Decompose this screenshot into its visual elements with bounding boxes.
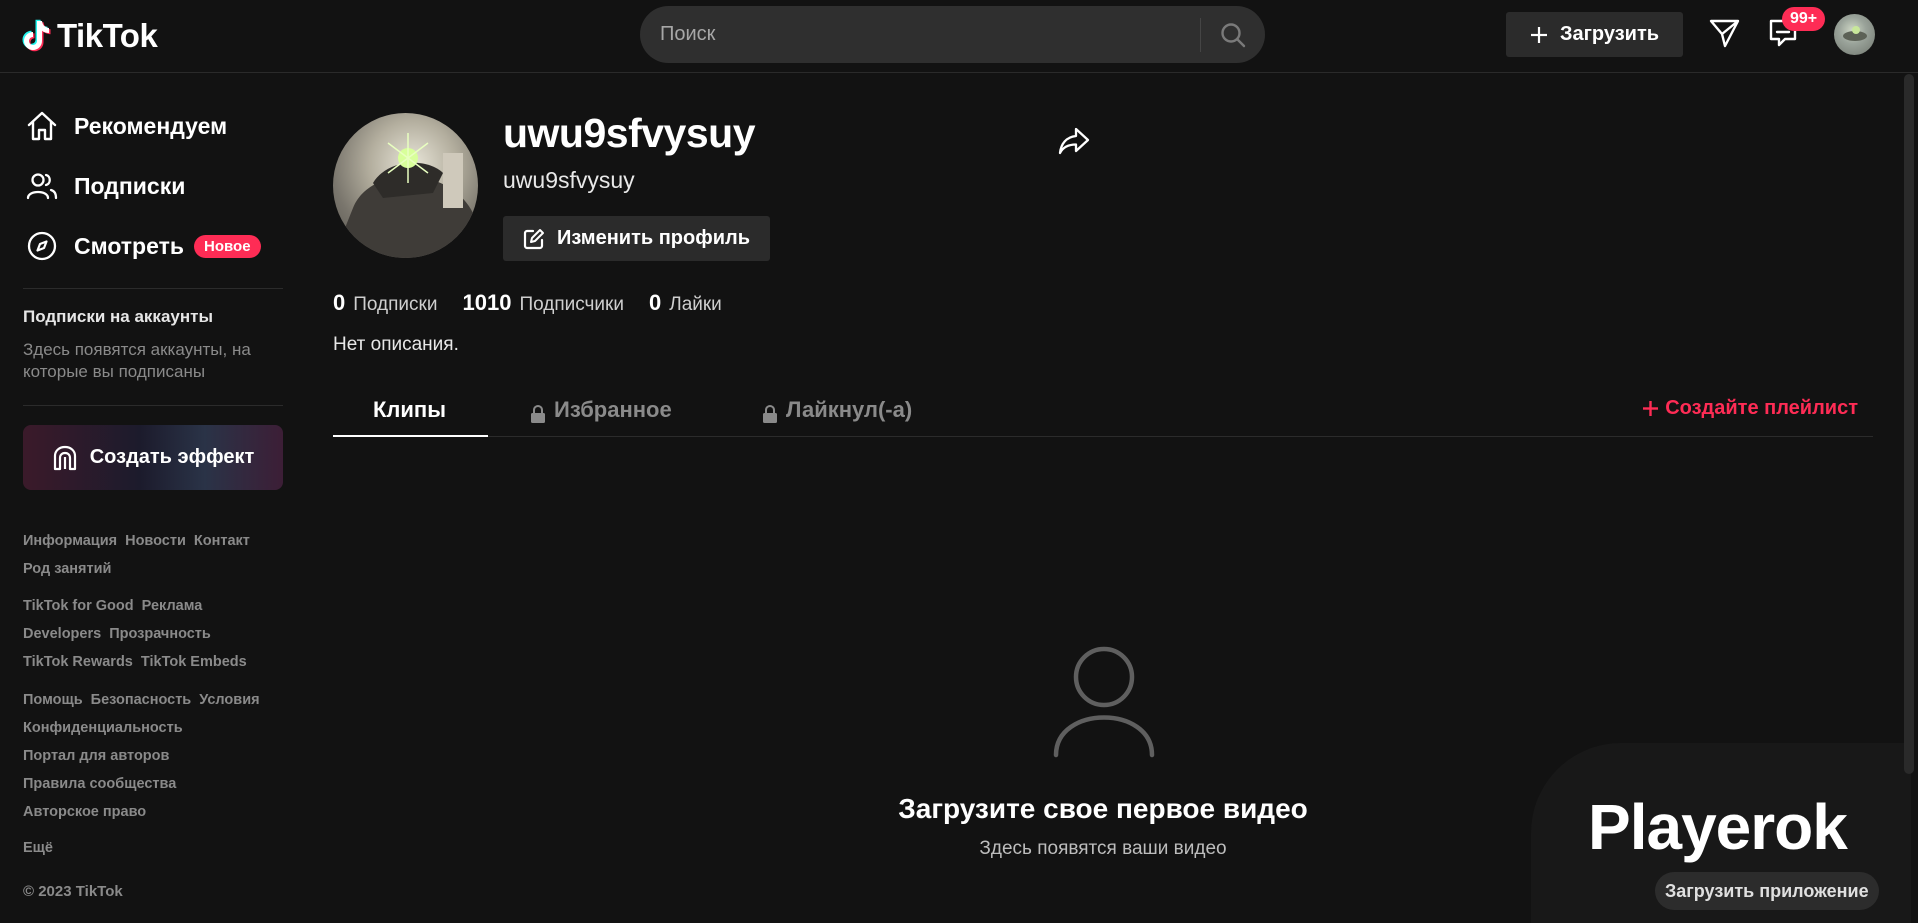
stat-followers[interactable]: 1010 Подписчики [462,290,623,316]
sidebar-item-explore[interactable]: Смотреть Новое [26,226,261,266]
footer-links-group-2: TikTok for Good Реклама Developers Прозр… [23,592,293,676]
tab-favorites[interactable]: Избранное [530,388,672,437]
footer-links-group-1: Информация Новости Контакт Род занятий [23,527,293,583]
create-effect-button[interactable]: Создать эффект [23,425,283,490]
create-playlist-button[interactable]: Создайте плейлист [1642,397,1858,420]
page-scrollbar[interactable] [1904,74,1914,774]
footer-link[interactable]: Портал для авторов [23,748,169,764]
sidebar: Рекомендуем Подписки Смотреть Новое Подп… [0,74,300,923]
footer-link[interactable]: TikTok Embeds [141,654,247,670]
stat-likes: 0 Лайки [649,290,722,316]
footer-more-link[interactable]: Ещё [23,840,53,856]
upload-label: Загрузить [1559,23,1660,45]
sidebar-item-label: Смотреть [74,232,185,259]
tab-label: Лайкнул(-а) [786,397,913,422]
footer-link[interactable]: Конфиденциальность [23,720,183,736]
stat-label: Подписчики [519,294,624,315]
edit-profile-label: Изменить профиль [556,227,751,249]
footer-link[interactable]: Новости [125,533,186,549]
footer-link[interactable]: Безопасность [91,692,192,708]
profile-stats: 0 Подписки 1010 Подписчики 0 Лайки [333,290,747,316]
top-bar: TikTok Загрузить 99+ [0,0,1918,73]
copyright: © 2023 TikTok [23,883,123,900]
stat-following[interactable]: 0 Подписки [333,290,437,316]
user-avatar[interactable] [1834,14,1875,55]
stat-value: 0 [333,290,346,315]
share-icon [1058,127,1090,155]
footer-link[interactable]: TikTok Rewards [23,654,133,670]
avatar-image [333,133,478,258]
following-accounts-desc: Здесь появятся аккаунты, на которые вы п… [23,340,251,381]
lock-icon [531,404,545,423]
plus-icon [1643,401,1659,416]
active-tab-underline [333,435,488,437]
search-button[interactable] [1201,6,1265,63]
promo-watermark: Playerok [1588,791,1848,863]
footer-links-group-3: Помощь Безопасность Условия Конфиденциал… [23,686,293,826]
search-bar [640,6,1265,63]
sidebar-divider [23,405,283,406]
footer-link[interactable]: Условия [199,692,259,708]
profile-username: uwu9sfvysuy [503,110,756,156]
home-icon [27,111,57,141]
tab-label: Избранное [554,397,672,422]
stat-value: 0 [648,290,662,315]
footer-link[interactable]: Род занятий [23,561,111,577]
footer-link[interactable]: Информация [23,533,117,549]
profile-bio: Нет описания. [333,334,459,355]
paper-plane-icon [1709,19,1740,48]
footer-link[interactable]: Правила сообщества [23,776,176,792]
tiktok-note-icon [22,19,51,52]
share-button[interactable] [1058,126,1090,156]
footer-link[interactable]: Прозрачность [109,626,211,642]
stat-value: 1010 [462,290,512,315]
search-input[interactable] [640,6,1200,63]
profile-avatar[interactable] [333,113,478,258]
search-icon [1221,22,1246,47]
stat-label: Подписки [353,294,438,315]
tiktok-logo[interactable]: TikTok [22,14,158,58]
sidebar-item-label: Рекомендуем [74,112,228,139]
compass-icon [27,231,57,261]
profile-tabs: Клипы Избранное Лайкнул(-а) Создайте пле… [333,388,1873,437]
footer-link[interactable]: TikTok for Good [23,598,134,614]
inbox-badge: 99+ [1782,7,1826,31]
following-accounts-title: Подписки на аккаунты [23,307,213,326]
sidebar-item-recommended[interactable]: Рекомендуем [26,106,227,146]
effect-house-icon [53,445,76,470]
sidebar-item-following[interactable]: Подписки [26,166,185,206]
following-icon [26,173,58,200]
user-placeholder-icon [1052,645,1156,760]
logo-text: TikTok [57,17,158,54]
footer-link[interactable]: Авторское право [23,804,146,820]
tab-liked[interactable]: Лайкнул(-а) [762,388,912,437]
download-app-button[interactable]: Загрузить приложение [1655,872,1879,910]
sidebar-item-label: Подписки [74,172,186,199]
avatar-image [1843,26,1867,41]
edit-profile-button[interactable]: Изменить профиль [503,216,770,261]
upload-button[interactable]: Загрузить [1506,12,1683,57]
footer-link[interactable]: Реклама [142,598,203,614]
footer-link[interactable]: Помощь [23,692,83,708]
tab-videos[interactable]: Клипы [373,388,446,437]
footer-link[interactable]: Контакт [194,533,250,549]
plus-icon [1530,26,1547,43]
create-playlist-label: Создайте плейлист [1665,397,1858,419]
create-effect-label: Создать эффект [89,446,255,468]
messages-button[interactable] [1708,16,1741,49]
edit-icon [523,228,544,249]
footer-link[interactable]: Developers [23,626,101,642]
profile-handle: uwu9sfvysuy [503,167,635,193]
footer-more-group: Ещё [23,834,293,862]
lock-icon [763,404,777,423]
stat-label: Лайки [669,294,722,315]
sidebar-divider [23,288,283,289]
tab-label: Клипы [373,397,447,422]
new-badge: Новое [194,234,261,258]
